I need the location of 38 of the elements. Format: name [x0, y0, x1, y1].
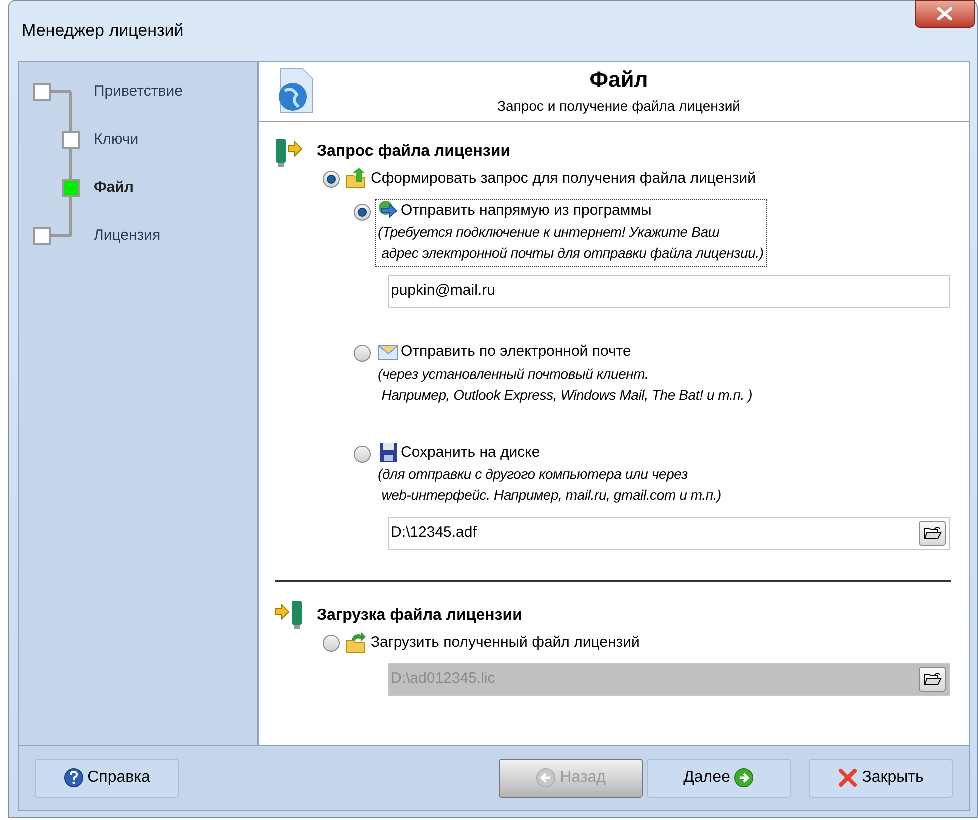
folder-arrow-icon [346, 168, 367, 190]
close-button[interactable]: Закрыть [809, 758, 953, 798]
option-label[interactable]: Сформировать запрос для получения файла лицензий [371, 168, 756, 190]
browse-button[interactable] [919, 521, 946, 546]
option-label[interactable]: Загрузить полученный файл лицензий [371, 632, 640, 654]
open-folder-icon [924, 672, 942, 686]
open-folder-icon [924, 526, 942, 541]
radio-button[interactable] [323, 170, 340, 188]
text-field[interactable]: D:\12345.adf [388, 517, 950, 550]
close-icon [936, 7, 954, 21]
section-title: Запрос файла лицензии [317, 142, 511, 162]
folder-arrow-icon [346, 632, 367, 654]
text-field[interactable]: pupkin@mail.ru [388, 275, 950, 308]
option-label[interactable]: Отправить напрямую из программы [401, 200, 652, 222]
page-subtitle: Запрос и получение файла лицензий [498, 97, 740, 116]
option-note: (для отправки с другого компьютера или через web-интерфейс. Например, mail.ru, gmail.com и т.п.) [378, 465, 722, 505]
close-button[interactable] [915, 0, 975, 28]
help-icon [64, 768, 84, 788]
radio-button[interactable] [354, 446, 371, 462]
option-label[interactable]: Сохранить на диске [401, 442, 540, 464]
radio-button[interactable] [354, 204, 371, 220]
page-title: Файл [590, 66, 648, 94]
step-label[interactable]: Приветствие [94, 80, 183, 104]
radio-button[interactable] [354, 345, 371, 362]
close-icon [838, 768, 858, 788]
usb-arrow-icon [275, 136, 303, 168]
option-label[interactable]: Отправить по электронной почте [401, 341, 632, 364]
option-note: (Требуется подключение к интернет! Укажите Ваш адрес электронной почты для отправки файла лицензии.) [378, 223, 764, 263]
step-label[interactable]: Файл [94, 176, 134, 200]
window-title: Менеджер лицензий [22, 20, 184, 42]
usb-arrow-icon [275, 600, 303, 632]
option-note: (через установленный почтовый клиент. Например, Outlook Express, Windows Mail, The Bat! и т.п. ) [378, 364, 753, 405]
help-button[interactable]: Справка [35, 758, 179, 798]
next-button[interactable]: Далее [647, 758, 791, 798]
section-title: Загрузка файла лицензии [317, 606, 522, 626]
radio-button[interactable] [323, 634, 340, 652]
step-label[interactable]: Ключи [94, 128, 139, 152]
step-label[interactable]: Лицензия [94, 224, 161, 248]
